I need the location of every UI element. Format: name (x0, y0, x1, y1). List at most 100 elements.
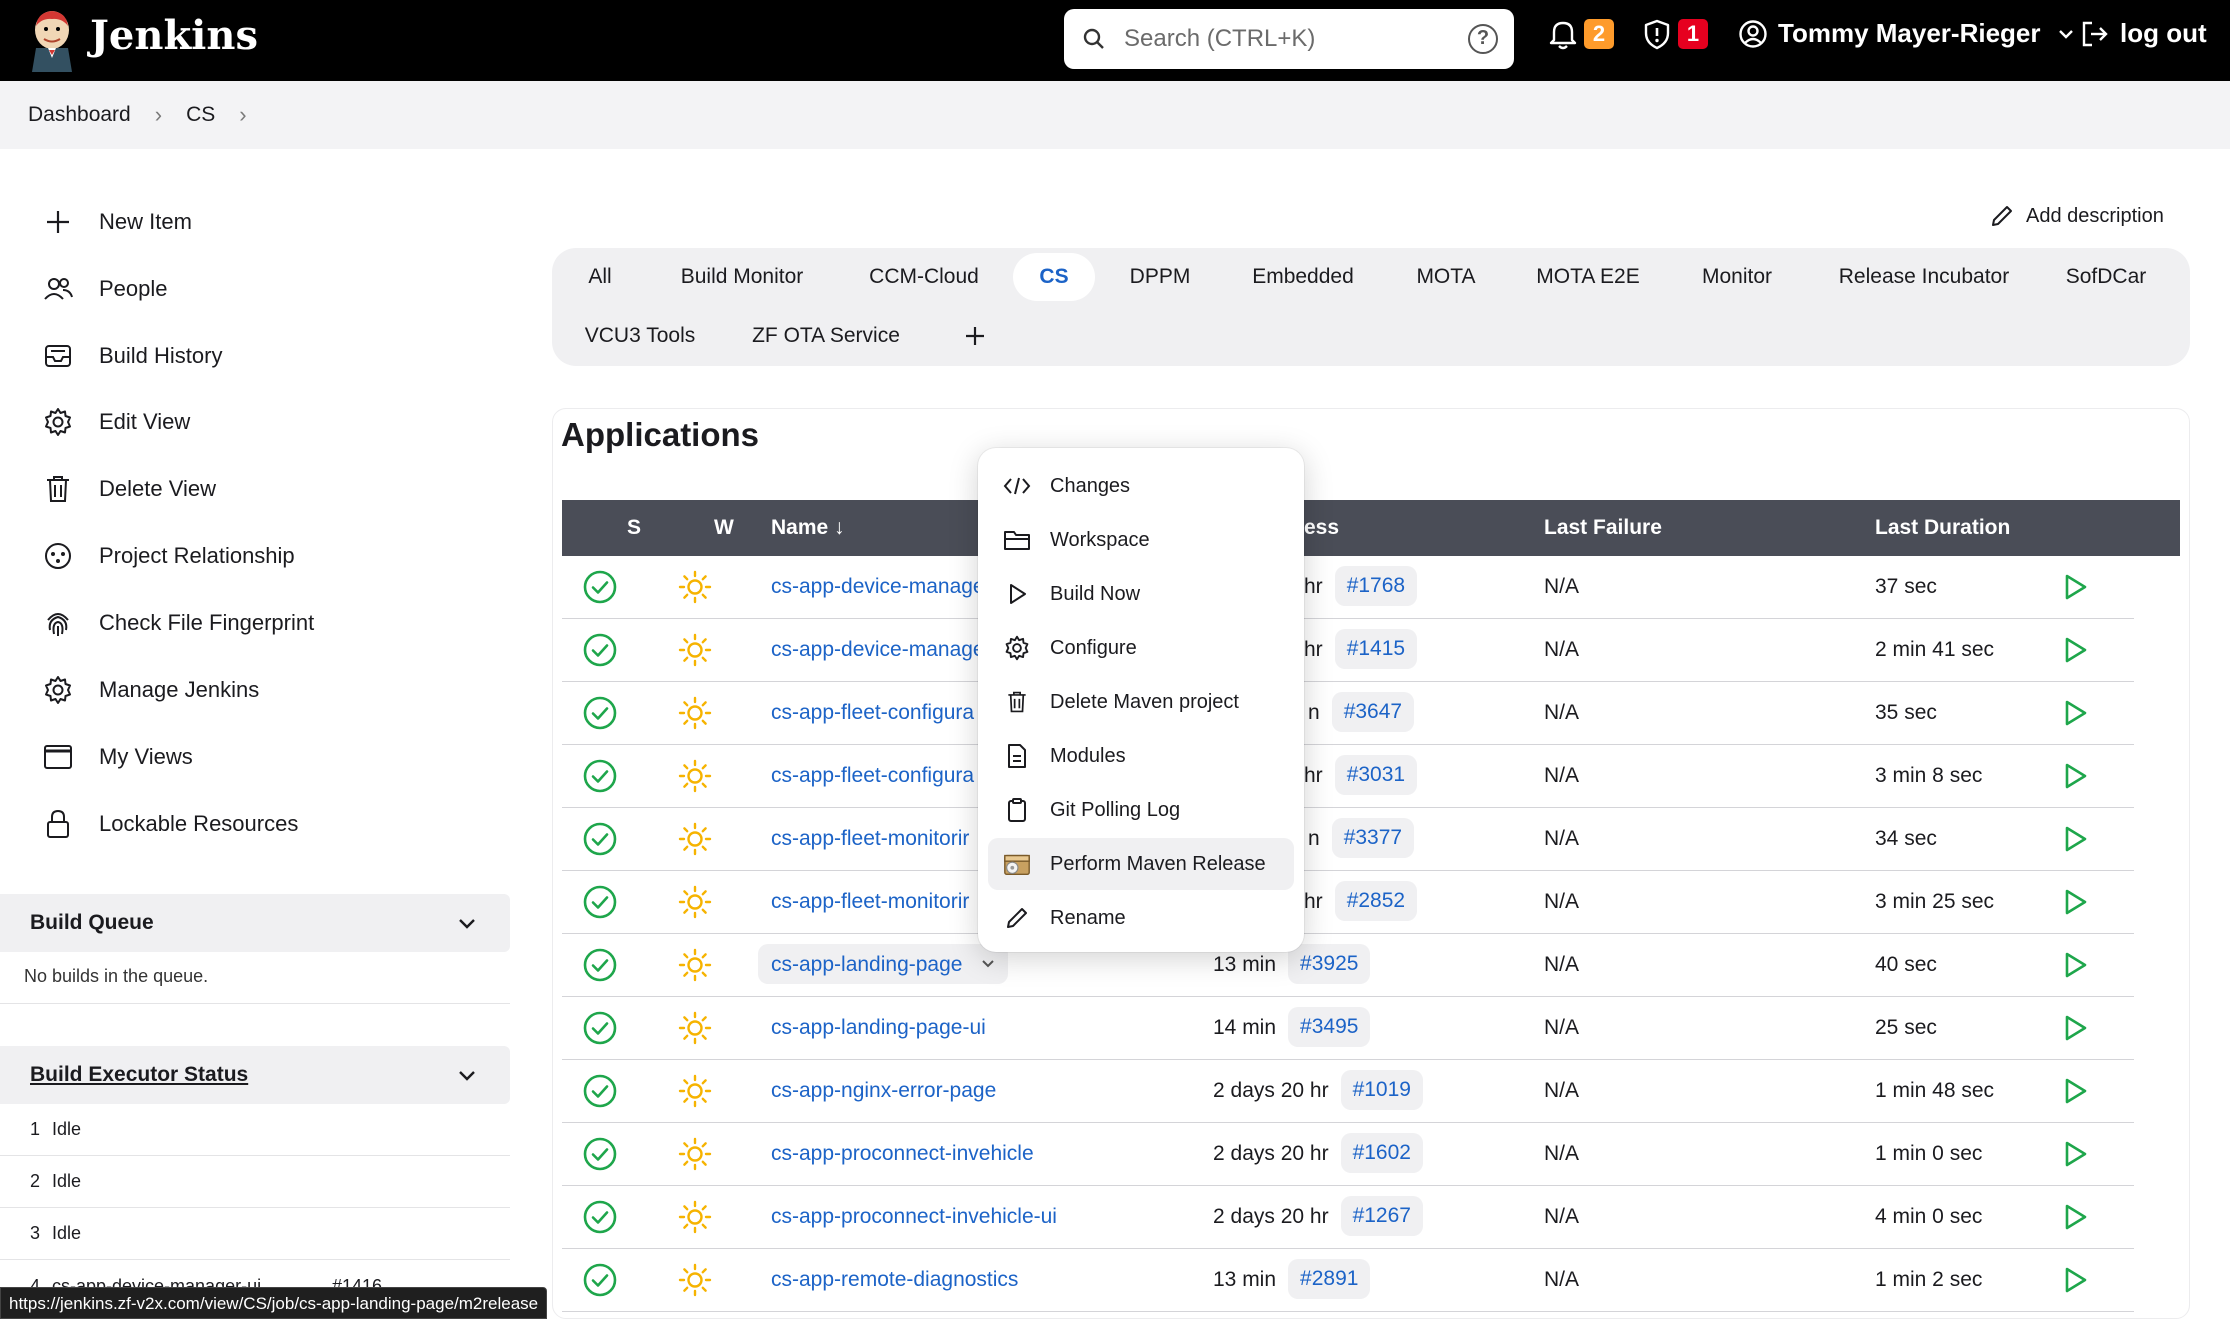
menu-item-delete-maven-project[interactable]: Delete Maven project (988, 676, 1294, 728)
schedule-build-icon[interactable] (2060, 1202, 2090, 1232)
menu-item-modules[interactable]: Modules (988, 730, 1294, 782)
col-name[interactable]: Name ↓ (771, 516, 845, 540)
build-number-link[interactable]: #1415 (1334, 629, 1418, 669)
sidebar-item-my-views[interactable]: My Views (42, 737, 193, 777)
tab-ccm-cloud[interactable]: CCM-Cloud (858, 253, 990, 301)
build-number-link[interactable]: #1602 (1340, 1133, 1423, 1173)
job-name-link[interactable]: cs-app-fleet-configura (771, 764, 974, 788)
sidebar-item-new-item[interactable]: New Item (42, 202, 192, 242)
schedule-build-icon[interactable] (2060, 635, 2090, 665)
success-status-icon[interactable] (583, 570, 617, 604)
help-icon[interactable]: ? (1468, 24, 1498, 54)
sunny-weather-icon[interactable] (678, 948, 712, 982)
success-status-icon[interactable] (583, 633, 617, 667)
menu-item-rename[interactable]: Rename (988, 892, 1294, 944)
tab-sofdcar[interactable]: SofDCar (2060, 253, 2152, 301)
job-name-link[interactable]: cs-app-fleet-monitorir (771, 890, 969, 914)
sunny-weather-icon[interactable] (678, 696, 712, 730)
build-number-link[interactable]: #3377 (1331, 818, 1415, 858)
schedule-build-icon[interactable] (2060, 887, 2090, 917)
menu-item-build-now[interactable]: Build Now (988, 568, 1294, 620)
sunny-weather-icon[interactable] (678, 1200, 712, 1234)
success-status-icon[interactable] (583, 885, 617, 919)
logout-button[interactable]: log out (2080, 18, 2207, 49)
sidebar-item-delete-view[interactable]: Delete View (42, 469, 216, 509)
tab-zf-ota-service[interactable]: ZF OTA Service (752, 312, 900, 360)
sunny-weather-icon[interactable] (678, 1263, 712, 1297)
success-status-icon[interactable] (583, 696, 617, 730)
schedule-build-icon[interactable] (2060, 1076, 2090, 1106)
sunny-weather-icon[interactable] (678, 822, 712, 856)
add-description-button[interactable]: Add description (1990, 204, 2164, 228)
sidebar-item-project-relationship[interactable]: Project Relationship (42, 536, 295, 576)
tab-embedded[interactable]: Embedded (1236, 253, 1370, 301)
user-menu[interactable]: Tommy Mayer-Rieger (1738, 18, 2075, 49)
schedule-build-icon[interactable] (2060, 698, 2090, 728)
breadcrumb-cs[interactable]: CS (186, 103, 215, 127)
notifications-button[interactable]: 2 (1548, 18, 1614, 50)
col-last-duration[interactable]: Last Duration (1875, 516, 2010, 540)
job-name-link[interactable]: cs-app-fleet-monitorir (771, 827, 969, 851)
schedule-build-icon[interactable] (2060, 1265, 2090, 1295)
sidebar-item-edit-view[interactable]: Edit View (42, 402, 190, 442)
security-button[interactable]: 1 (1642, 18, 1708, 50)
sunny-weather-icon[interactable] (678, 633, 712, 667)
chevron-right-icon[interactable]: › (239, 102, 246, 128)
job-name-link[interactable]: cs-app-nginx-error-page (771, 1079, 996, 1103)
tab-cs[interactable]: CS (1013, 253, 1095, 301)
sidebar-item-manage-jenkins[interactable]: Manage Jenkins (42, 670, 259, 710)
job-name-link[interactable]: cs-app-fleet-configura (771, 701, 974, 725)
build-number-link[interactable]: #3031 (1334, 755, 1418, 795)
sunny-weather-icon[interactable] (678, 570, 712, 604)
menu-item-configure[interactable]: Configure (988, 622, 1294, 674)
schedule-build-icon[interactable] (2060, 1013, 2090, 1043)
build-number-link[interactable]: #1267 (1340, 1196, 1423, 1236)
sunny-weather-icon[interactable] (678, 1074, 712, 1108)
success-status-icon[interactable] (583, 1011, 617, 1045)
sidebar-item-lockable-resources[interactable]: Lockable Resources (42, 804, 298, 844)
build-number-link[interactable]: #2852 (1334, 881, 1418, 921)
col-weather[interactable]: W (714, 516, 734, 540)
jenkins-logo-icon[interactable] (28, 8, 76, 72)
schedule-build-icon[interactable] (2060, 1139, 2090, 1169)
chevron-down-icon[interactable] (456, 912, 478, 934)
col-last-failure[interactable]: Last Failure (1544, 516, 1662, 540)
menu-item-workspace[interactable]: Workspace (988, 514, 1294, 566)
build-number-link[interactable]: #2891 (1288, 1259, 1371, 1299)
job-name-link[interactable]: cs-app-landing-page-ui (771, 1016, 986, 1040)
job-name-link[interactable]: cs-app-device-manage (771, 638, 985, 662)
success-status-icon[interactable] (583, 1200, 617, 1234)
success-status-icon[interactable] (583, 948, 617, 982)
job-name-link[interactable]: cs-app-proconnect-invehicle (771, 1142, 1034, 1166)
build-queue-header[interactable]: Build Queue (0, 894, 510, 952)
schedule-build-icon[interactable] (2060, 761, 2090, 791)
job-name-link[interactable]: cs-app-proconnect-invehicle-ui (771, 1205, 1057, 1229)
tab-mota[interactable]: MOTA (1406, 253, 1486, 301)
tab-mota-e2e[interactable]: MOTA E2E (1530, 253, 1646, 301)
success-status-icon[interactable] (583, 759, 617, 793)
add-tab-button[interactable] (960, 312, 990, 360)
menu-item-changes[interactable]: Changes (988, 460, 1294, 512)
search-box[interactable]: ? (1064, 9, 1514, 69)
tab-monitor[interactable]: Monitor (1690, 253, 1784, 301)
build-number-link[interactable]: #3925 (1288, 944, 1371, 984)
chevron-down-icon[interactable] (456, 1064, 478, 1086)
job-name-link[interactable]: cs-app-landing-page (771, 953, 962, 977)
tab-all[interactable]: All (572, 253, 628, 301)
col-last-success[interactable]: ess (1304, 516, 1339, 540)
col-status[interactable]: S (627, 516, 641, 540)
sidebar-item-people[interactable]: People (42, 269, 168, 309)
build-number-link[interactable]: #1768 (1334, 566, 1418, 606)
breadcrumb-dashboard[interactable]: Dashboard (28, 103, 131, 127)
sunny-weather-icon[interactable] (678, 1137, 712, 1171)
build-number-link[interactable]: #3495 (1288, 1007, 1371, 1047)
schedule-build-icon[interactable] (2060, 572, 2090, 602)
sunny-weather-icon[interactable] (678, 759, 712, 793)
executor-status-title[interactable]: Build Executor Status (30, 1063, 248, 1087)
tab-release-incubator[interactable]: Release Incubator (1828, 253, 2020, 301)
job-name-link[interactable]: cs-app-remote-diagnostics (771, 1268, 1018, 1292)
success-status-icon[interactable] (583, 822, 617, 856)
job-name-link[interactable]: cs-app-device-manage (771, 575, 985, 599)
sunny-weather-icon[interactable] (678, 885, 712, 919)
chevron-down-icon[interactable] (980, 956, 996, 972)
